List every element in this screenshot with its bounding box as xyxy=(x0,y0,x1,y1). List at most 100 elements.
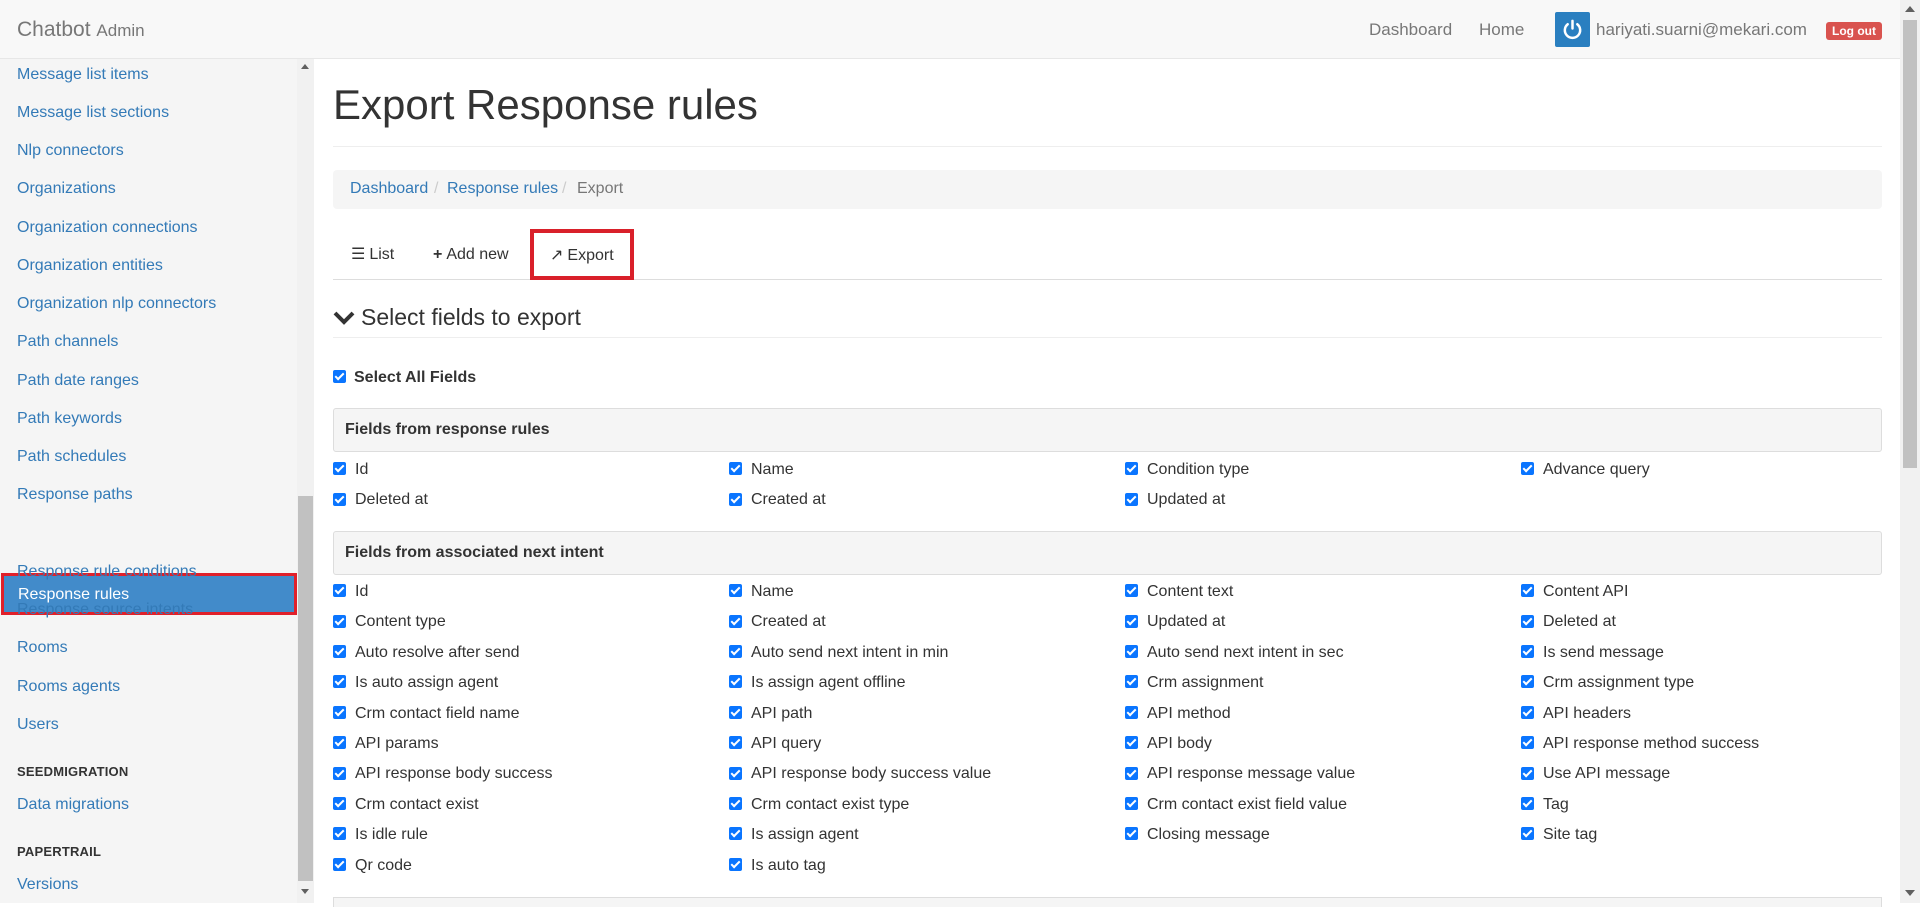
field-checkbox[interactable]: Created at xyxy=(729,491,826,509)
field-checkbox[interactable]: Site tag xyxy=(1521,826,1597,844)
checkbox-checked-icon[interactable] xyxy=(1521,645,1534,659)
checkbox-checked-icon[interactable] xyxy=(1521,584,1534,598)
checkbox-checked-icon[interactable] xyxy=(729,827,742,841)
field-checkbox[interactable]: Updated at xyxy=(1125,613,1225,631)
checkbox-checked-icon[interactable] xyxy=(1125,614,1138,628)
checkbox-checked-icon[interactable] xyxy=(729,492,742,506)
field-checkbox[interactable]: Is assign agent offline xyxy=(729,674,905,692)
sidebar-item-rooms-agents[interactable]: Rooms agents xyxy=(17,678,120,696)
field-checkbox[interactable]: Condition type xyxy=(1125,461,1249,479)
checkbox-checked-icon[interactable] xyxy=(333,766,346,780)
user-email[interactable]: hariyati.suarni@mekari.com xyxy=(1596,20,1807,40)
field-checkbox[interactable]: Deleted at xyxy=(1521,613,1616,631)
field-checkbox[interactable]: Auto send next intent in min xyxy=(729,644,948,662)
field-checkbox[interactable]: Crm assignment xyxy=(1125,674,1263,692)
field-checkbox[interactable]: Auto send next intent in sec xyxy=(1125,644,1344,662)
checkbox-checked-icon[interactable] xyxy=(1125,705,1138,719)
checkbox-checked-icon[interactable] xyxy=(333,492,346,506)
sidebar-item-response-rule-conditions[interactable]: Response rule conditions xyxy=(17,563,197,581)
breadcrumb-response-rules[interactable]: Response rules xyxy=(447,180,558,198)
sidebar-item-message-list-items[interactable]: Message list items xyxy=(17,66,149,84)
field-checkbox[interactable]: Is send message xyxy=(1521,644,1664,662)
checkbox-checked-icon[interactable] xyxy=(1521,675,1534,689)
field-checkbox[interactable]: API body xyxy=(1125,735,1212,753)
select-fields-header[interactable]: Select fields to export xyxy=(333,304,581,331)
tab-list[interactable]: ☰ List xyxy=(351,229,394,280)
field-checkbox[interactable]: Is auto assign agent xyxy=(333,674,498,692)
checkbox-checked-icon[interactable] xyxy=(729,766,742,780)
checkbox-checked-icon[interactable] xyxy=(729,675,742,689)
field-checkbox[interactable]: API method xyxy=(1125,705,1231,723)
field-checkbox[interactable]: Deleted at xyxy=(333,491,428,509)
field-checkbox[interactable]: Content text xyxy=(1125,583,1233,601)
field-checkbox[interactable]: API response body success xyxy=(333,765,552,783)
checkbox-checked-icon[interactable] xyxy=(1125,827,1138,841)
sidebar-item-path-channels[interactable]: Path channels xyxy=(17,333,118,351)
scroll-up-icon[interactable] xyxy=(301,64,309,69)
brand-logo[interactable]: Chatbot Admin xyxy=(17,18,145,42)
sidebar-scroll-thumb[interactable] xyxy=(298,496,313,881)
field-checkbox[interactable]: API params xyxy=(333,735,439,753)
sidebar-item-organization-connections[interactable]: Organization connections xyxy=(17,219,198,237)
checkbox-checked-icon[interactable] xyxy=(729,857,742,871)
field-checkbox[interactable]: Advance query xyxy=(1521,461,1650,479)
field-checkbox[interactable]: Crm contact field name xyxy=(333,705,520,723)
checkbox-checked-icon[interactable] xyxy=(1521,462,1534,476)
checkbox-checked-icon[interactable] xyxy=(333,736,346,750)
sidebar-item-response-source-intents[interactable]: Response source intents xyxy=(17,601,193,619)
checkbox-checked-icon[interactable] xyxy=(1125,766,1138,780)
field-checkbox[interactable]: API response body success value xyxy=(729,765,991,783)
checkbox-checked-icon[interactable] xyxy=(333,827,346,841)
sidebar-item-message-list-sections[interactable]: Message list sections xyxy=(17,104,169,122)
logout-button[interactable]: Log out xyxy=(1826,22,1882,40)
checkbox-checked-icon[interactable] xyxy=(1521,797,1534,811)
checkbox-checked-icon[interactable] xyxy=(1125,584,1138,598)
checkbox-checked-icon[interactable] xyxy=(333,584,346,598)
nav-home-link[interactable]: Home xyxy=(1479,20,1524,40)
checkbox-checked-icon[interactable] xyxy=(1125,736,1138,750)
checkbox-checked-icon[interactable] xyxy=(1125,675,1138,689)
sidebar-item-organization-nlp-connectors[interactable]: Organization nlp connectors xyxy=(17,295,216,313)
avatar[interactable] xyxy=(1555,12,1590,47)
field-checkbox[interactable]: API path xyxy=(729,705,812,723)
checkbox-checked-icon[interactable] xyxy=(333,705,346,719)
tab-export[interactable]: ↗ Export xyxy=(530,229,634,280)
sidebar-item-path-schedules[interactable]: Path schedules xyxy=(17,448,126,466)
checkbox-checked-icon[interactable] xyxy=(729,462,742,476)
sidebar-item-response-paths[interactable]: Response paths xyxy=(17,486,133,504)
field-checkbox[interactable]: Updated at xyxy=(1125,491,1225,509)
field-checkbox[interactable]: API headers xyxy=(1521,705,1631,723)
field-checkbox[interactable]: Crm contact exist field value xyxy=(1125,796,1347,814)
checkbox-checked-icon[interactable] xyxy=(729,705,742,719)
scroll-down-icon[interactable] xyxy=(301,889,309,894)
checkbox-checked-icon[interactable] xyxy=(1125,462,1138,476)
checkbox-checked-icon[interactable] xyxy=(1125,645,1138,659)
field-checkbox[interactable]: Content API xyxy=(1521,583,1628,601)
checkbox-checked-icon[interactable] xyxy=(729,614,742,628)
field-checkbox[interactable]: Crm contact exist xyxy=(333,796,479,814)
sidebar-item-nlp-connectors[interactable]: Nlp connectors xyxy=(17,142,124,160)
checkbox-checked-icon[interactable] xyxy=(1521,736,1534,750)
sidebar-item-path-date-ranges[interactable]: Path date ranges xyxy=(17,372,139,390)
checkbox-checked-icon[interactable] xyxy=(1125,492,1138,506)
field-checkbox[interactable]: API query xyxy=(729,735,821,753)
checkbox-checked-icon[interactable] xyxy=(729,736,742,750)
sidebar-item-path-keywords[interactable]: Path keywords xyxy=(17,410,122,428)
page-scrollbar[interactable] xyxy=(1900,0,1920,903)
sidebar-scrollbar[interactable] xyxy=(297,59,314,903)
checkbox-checked-icon[interactable] xyxy=(333,645,346,659)
checkbox-checked-icon[interactable] xyxy=(333,675,346,689)
checkbox-checked-icon[interactable] xyxy=(1521,614,1534,628)
field-checkbox[interactable]: Is auto tag xyxy=(729,857,826,875)
breadcrumb-dashboard[interactable]: Dashboard xyxy=(350,180,428,198)
field-checkbox[interactable]: API response method success xyxy=(1521,735,1759,753)
scroll-up-icon[interactable] xyxy=(1905,6,1915,12)
tab-add-new[interactable]: + Add new xyxy=(433,229,509,280)
checkbox-checked-icon[interactable] xyxy=(333,614,346,628)
checkbox-checked-icon[interactable] xyxy=(729,797,742,811)
field-checkbox[interactable]: Id xyxy=(333,583,368,601)
checkbox-checked-icon[interactable] xyxy=(729,645,742,659)
checkbox-checked-icon[interactable] xyxy=(333,462,346,476)
field-checkbox[interactable]: Is idle rule xyxy=(333,826,428,844)
nav-dashboard-link[interactable]: Dashboard xyxy=(1369,20,1452,40)
